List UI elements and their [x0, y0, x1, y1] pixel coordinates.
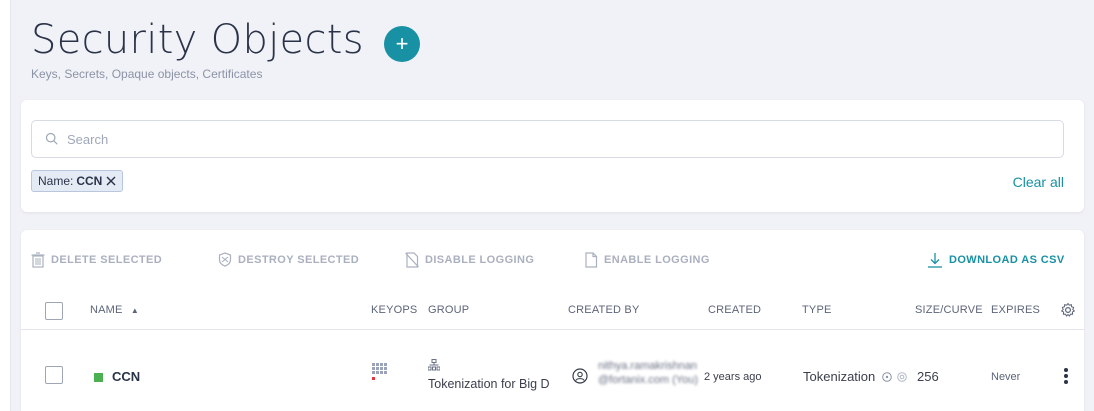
enable-logging-button[interactable]: ENABLE LOGGING — [584, 252, 710, 268]
table-header: NAME ▲ KEYOPS GROUP CREATED BY CREATED T… — [21, 292, 1084, 330]
row-name[interactable]: CCN — [112, 369, 140, 384]
delete-selected-button[interactable]: DELETE SELECTED — [31, 252, 162, 268]
row-checkbox[interactable] — [45, 366, 63, 384]
search-panel: Search Name: CCN Clear all — [21, 100, 1084, 212]
column-header-expires[interactable]: EXPIRES — [991, 304, 1040, 316]
page-subtitle: Keys, Secrets, Opaque objects, Certifica… — [31, 67, 263, 81]
more-options-icon[interactable] — [1063, 367, 1069, 385]
row-group[interactable]: Tokenization for Big D — [428, 377, 568, 391]
row-created-by: nithya.ramakrishnan@fortanix.com (You) — [598, 360, 699, 386]
file-off-icon — [405, 252, 419, 268]
disable-logging-label: DISABLE LOGGING — [425, 254, 535, 266]
delete-selected-label: DELETE SELECTED — [51, 254, 163, 266]
table-toolbar: DELETE SELECTED DESTROY SELECTED DISABLE… — [21, 252, 1084, 272]
download-csv-button[interactable]: DOWNLOAD AS CSV — [927, 252, 1065, 268]
column-header-created[interactable]: CREATED — [708, 304, 761, 316]
table-row[interactable]: CCN Tokenization for Big D nithya.ramakr… — [21, 331, 1084, 411]
filter-chip-value: CCN — [76, 174, 103, 188]
file-icon — [585, 252, 598, 268]
row-type-label: Tokenization — [803, 369, 876, 384]
download-csv-label: DOWNLOAD AS CSV — [949, 254, 1065, 266]
enable-logging-label: ENABLE LOGGING — [604, 254, 710, 266]
search-placeholder: Search — [67, 131, 109, 147]
keyops-icon — [372, 363, 387, 380]
select-all-checkbox[interactable] — [45, 302, 63, 320]
security-objects-table: DELETE SELECTED DESTROY SELECTED DISABLE… — [21, 230, 1084, 411]
status-square-icon — [94, 373, 103, 382]
column-header-name[interactable]: NAME ▲ — [90, 304, 139, 316]
column-header-size-curve[interactable]: SIZE/CURVE — [915, 304, 983, 316]
search-input[interactable]: Search — [31, 120, 1064, 158]
destroy-selected-label: DESTROY SELECTED — [238, 253, 360, 266]
page-frame: Security Objects + Keys, Secrets, Opaque… — [10, 0, 1094, 411]
gear-icon[interactable] — [1060, 302, 1076, 318]
clear-all-link[interactable]: Clear all — [1013, 174, 1064, 190]
column-header-group[interactable]: GROUP — [428, 304, 469, 316]
user-icon — [572, 368, 588, 384]
page-title: Security Objects — [31, 17, 364, 63]
row-size: 256 — [917, 369, 939, 384]
column-header-created-by[interactable]: CREATED BY — [568, 304, 639, 316]
info-icon — [882, 372, 892, 382]
search-icon — [45, 132, 58, 145]
add-security-object-button[interactable]: + — [384, 26, 420, 62]
filter-chip-key: Name: — [38, 174, 74, 188]
row-type: Tokenization — [803, 369, 907, 384]
download-icon — [928, 253, 942, 268]
settings-small-icon — [896, 372, 907, 382]
row-expires: Never — [991, 371, 1021, 383]
column-header-type[interactable]: TYPE — [802, 304, 832, 316]
disable-logging-button[interactable]: DISABLE LOGGING — [405, 252, 534, 268]
group-icon — [428, 359, 440, 371]
column-header-keyops[interactable]: KEYOPS — [371, 304, 417, 316]
row-created: 2 years ago — [704, 371, 762, 383]
trash-icon — [31, 252, 45, 268]
sort-ascending-icon: ▲ — [130, 306, 139, 315]
filter-chip-name[interactable]: Name: CCN — [31, 170, 124, 192]
page-header: Security Objects + Keys, Secrets, Opaque… — [31, 16, 420, 81]
destroy-selected-button[interactable]: DESTROY SELECTED — [218, 252, 359, 267]
close-icon[interactable] — [106, 176, 116, 186]
shield-icon — [218, 252, 232, 267]
